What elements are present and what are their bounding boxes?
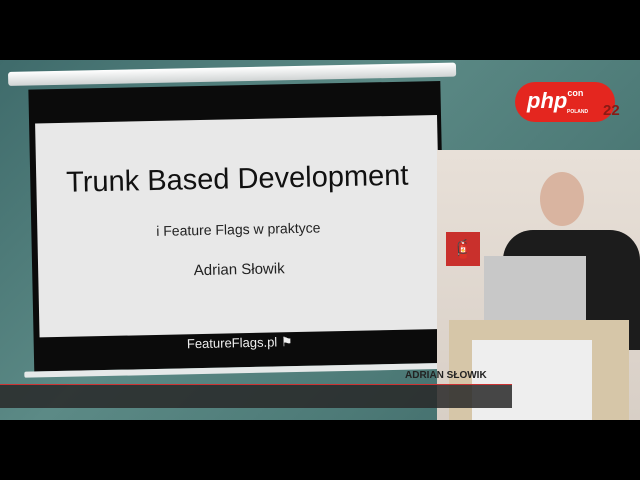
footer-text: FeatureFlags.pl	[186, 334, 278, 352]
logo-sup: con	[567, 88, 584, 98]
speaker-name: ADRIAN SŁOWIK	[405, 370, 487, 381]
speaker-head	[540, 172, 584, 226]
logo-year: 22	[603, 102, 620, 119]
lower-third-bar	[0, 384, 512, 408]
laptop	[484, 256, 586, 324]
podium-front	[472, 340, 592, 420]
logo-main: php	[527, 88, 568, 113]
slide-subtitle: i Feature Flags w praktyce	[156, 219, 321, 239]
presentation-slide: Trunk Based Development i Feature Flags …	[35, 115, 442, 338]
video-frame: Trunk Based Development i Feature Flags …	[0, 60, 640, 420]
slide-author: Adrian Słowik	[193, 260, 285, 280]
phpcon-logo: phpcon POLAND 22	[515, 82, 620, 122]
logo-country: POLAND	[567, 109, 589, 115]
slide-title: Trunk Based Development	[65, 159, 409, 199]
projector-screen: Trunk Based Development i Feature Flags …	[8, 62, 464, 382]
fire-extinguisher-icon: 🧯	[446, 232, 480, 266]
flag-icon: ⚑	[280, 334, 293, 350]
